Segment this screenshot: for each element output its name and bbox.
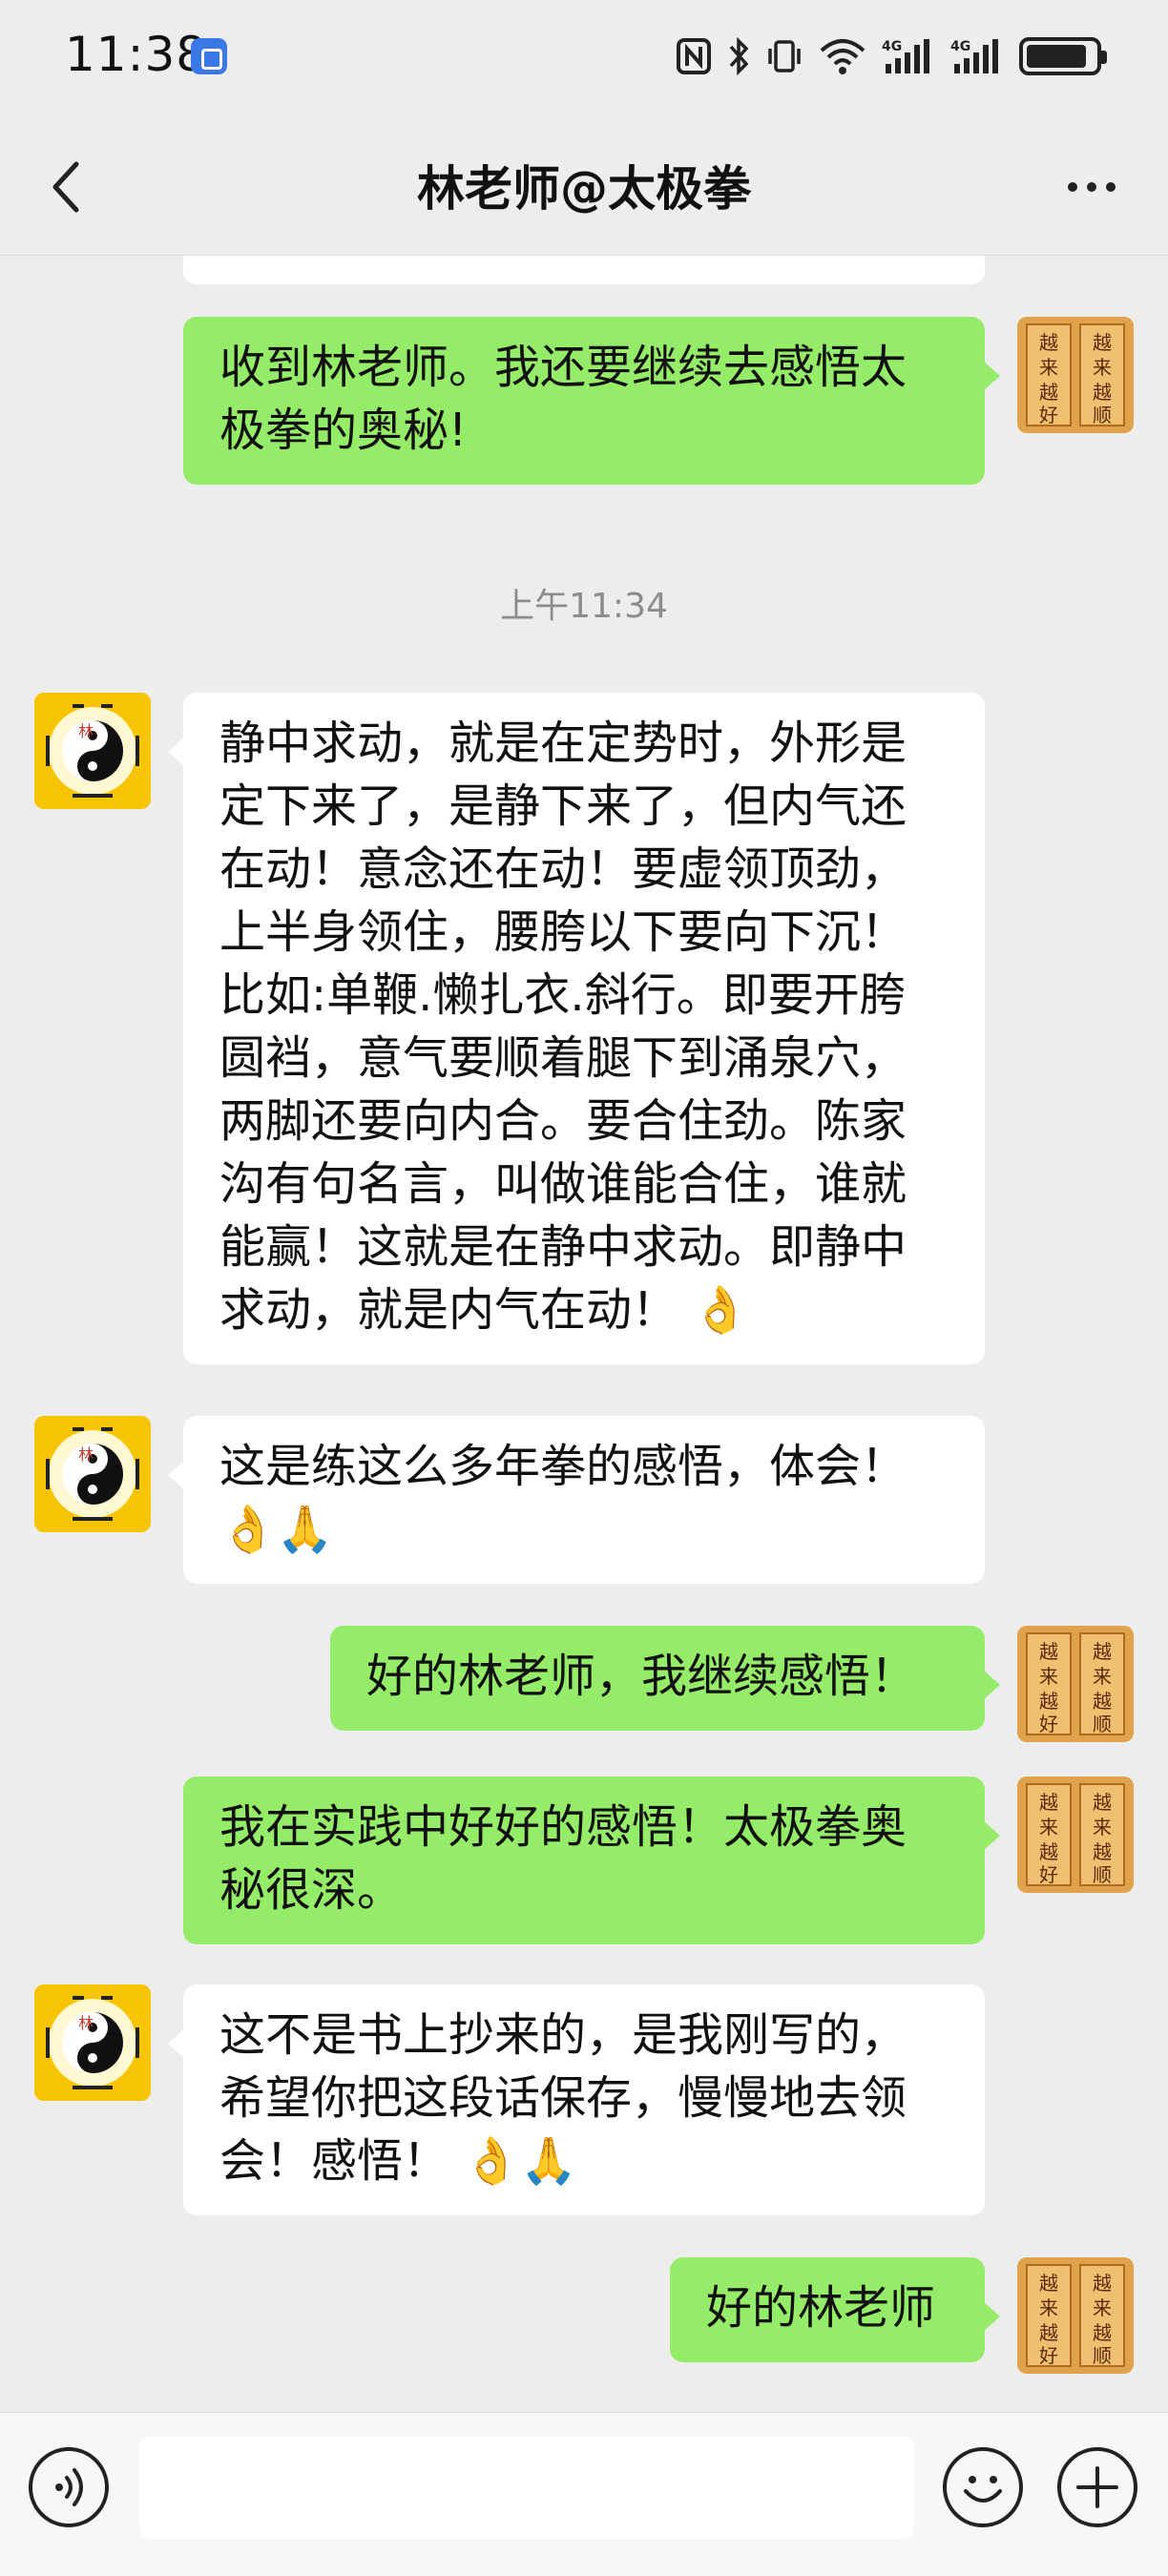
svg-text:顺: 顺 — [1093, 1863, 1112, 1886]
message-list[interactable]: 收到林老师。我还要继续去感悟太极拳的奥秘! 越来越好 越来越顺 上午11:34 — [0, 256, 1168, 2412]
svg-text:好: 好 — [1039, 1713, 1058, 1735]
message-bubble-out[interactable]: 我在实践中好好的感悟！太极拳奥秘很深。 — [183, 1776, 1000, 1944]
message-bubble-in[interactable]: 这不是书上抄来的，是我刚写的，希望你把这段话保存，慢慢地去领会！感悟！ 👌🙏 — [168, 1984, 985, 2215]
svg-text:来: 来 — [1039, 356, 1058, 379]
yin-yang-avatar-icon: 林 — [34, 693, 151, 809]
signal-4g-icon: 4G — [882, 37, 935, 75]
status-icons: 4G 4G — [676, 32, 1107, 80]
wifi-icon — [819, 37, 866, 75]
more-dot-icon — [1106, 182, 1116, 192]
chat-title: 林老师@太极拳 — [417, 161, 751, 217]
more-button[interactable] — [1053, 153, 1130, 221]
svg-text:来: 来 — [1093, 2296, 1112, 2319]
bluetooth-icon — [727, 37, 750, 75]
svg-text:顺: 顺 — [1093, 2344, 1112, 2367]
svg-text:越: 越 — [1039, 1791, 1058, 1814]
svg-text:好: 好 — [1039, 1863, 1058, 1886]
calligraphy-avatar-icon: 越来越好 越来越顺 — [1017, 2257, 1134, 2374]
my-avatar[interactable]: 越来越好 越来越顺 — [1017, 1626, 1134, 1742]
svg-text:来: 来 — [1039, 2296, 1058, 2319]
svg-text:越: 越 — [1039, 1840, 1058, 1863]
svg-text:越: 越 — [1093, 381, 1112, 404]
svg-text:越: 越 — [1039, 1640, 1058, 1663]
svg-text:越: 越 — [1039, 2321, 1058, 2344]
emoji-button[interactable] — [943, 2447, 1023, 2527]
contact-avatar[interactable]: 林 — [34, 693, 151, 809]
more-dot-icon — [1087, 182, 1096, 192]
svg-text:林: 林 — [78, 1445, 94, 1464]
more-functions-button[interactable] — [1057, 2447, 1137, 2527]
my-avatar[interactable]: 越来越好 越来越顺 — [1017, 317, 1134, 433]
yin-yang-avatar-icon: 林 — [34, 1416, 151, 1532]
svg-text:顺: 顺 — [1093, 1713, 1112, 1735]
yin-yang-avatar-icon: 林 — [34, 1984, 151, 2101]
svg-text:越: 越 — [1093, 2272, 1112, 2295]
app-notification-icon — [191, 38, 227, 74]
battery-icon — [1019, 37, 1107, 75]
message-timestamp: 上午11:34 — [500, 587, 668, 626]
chat-screen: 11:38 4G 4G 林老师@太极拳 收到林老师。我还要继续去感悟太极拳的奥秘… — [0, 0, 1168, 2576]
calligraphy-avatar-icon: 越来越好 越来越顺 — [1017, 317, 1134, 433]
svg-text:越: 越 — [1093, 1690, 1112, 1713]
nfc-icon — [676, 37, 712, 75]
voice-icon — [55, 2468, 83, 2506]
input-bar — [0, 2412, 1168, 2576]
voice-button[interactable] — [29, 2447, 109, 2527]
message-input[interactable] — [139, 2436, 914, 2539]
plus-icon — [1076, 2466, 1118, 2508]
svg-text:来: 来 — [1093, 1816, 1112, 1839]
svg-text:4G: 4G — [950, 39, 970, 54]
svg-text:越: 越 — [1039, 1690, 1058, 1713]
svg-text:来: 来 — [1039, 1816, 1058, 1839]
svg-text:越: 越 — [1093, 1791, 1112, 1814]
svg-text:越: 越 — [1039, 2272, 1058, 2295]
smiley-icon — [964, 2476, 1002, 2503]
previous-message-bubble[interactable] — [183, 256, 985, 284]
contact-avatar[interactable]: 林 — [34, 1416, 151, 1532]
svg-text:来: 来 — [1093, 1665, 1112, 1688]
svg-text:越: 越 — [1093, 1640, 1112, 1663]
contact-avatar[interactable]: 林 — [34, 1984, 151, 2101]
svg-text:来: 来 — [1039, 1665, 1058, 1688]
svg-text:越: 越 — [1039, 381, 1058, 404]
my-avatar[interactable]: 越来越好 越来越顺 — [1017, 2257, 1134, 2374]
nav-bar: 林老师@太极拳 — [0, 114, 1168, 256]
svg-text:来: 来 — [1093, 356, 1112, 379]
status-time: 11:38 — [65, 27, 208, 82]
vibrate-icon — [765, 37, 803, 75]
svg-text:林: 林 — [78, 2014, 94, 2032]
message-bubble-in[interactable]: 这是练这么多年拳的感悟，体会！👌🙏 — [168, 1416, 985, 1584]
calligraphy-avatar-icon: 越来越好 越来越顺 — [1017, 1626, 1134, 1742]
message-bubble-out[interactable]: 收到林老师。我还要继续去感悟太极拳的奥秘! — [183, 317, 1000, 485]
calligraphy-avatar-icon: 越来越好 越来越顺 — [1017, 1776, 1134, 1893]
svg-text:林: 林 — [78, 722, 94, 740]
svg-text:越: 越 — [1093, 2321, 1112, 2344]
svg-text:越: 越 — [1093, 331, 1112, 354]
svg-text:好: 好 — [1039, 2344, 1058, 2367]
signal-4g-icon: 4G — [950, 37, 1004, 75]
my-avatar[interactable]: 越来越好 越来越顺 — [1017, 1776, 1134, 1893]
message-bubble-out[interactable]: 好的林老师 — [670, 2257, 1000, 2362]
svg-text:越: 越 — [1093, 1840, 1112, 1863]
message-bubble-out[interactable]: 好的林老师，我继续感悟！ — [330, 1626, 1000, 1731]
svg-text:好: 好 — [1039, 404, 1058, 426]
svg-text:顺: 顺 — [1093, 404, 1112, 426]
message-bubble-in[interactable]: 静中求动，就是在定势时，外形是定下来了，是静下来了，但内气还在动！意念还在动！要… — [168, 693, 985, 1364]
more-dot-icon — [1068, 182, 1077, 192]
svg-text:越: 越 — [1039, 331, 1058, 354]
svg-text:4G: 4G — [882, 39, 902, 54]
status-bar: 11:38 4G 4G — [0, 0, 1168, 114]
